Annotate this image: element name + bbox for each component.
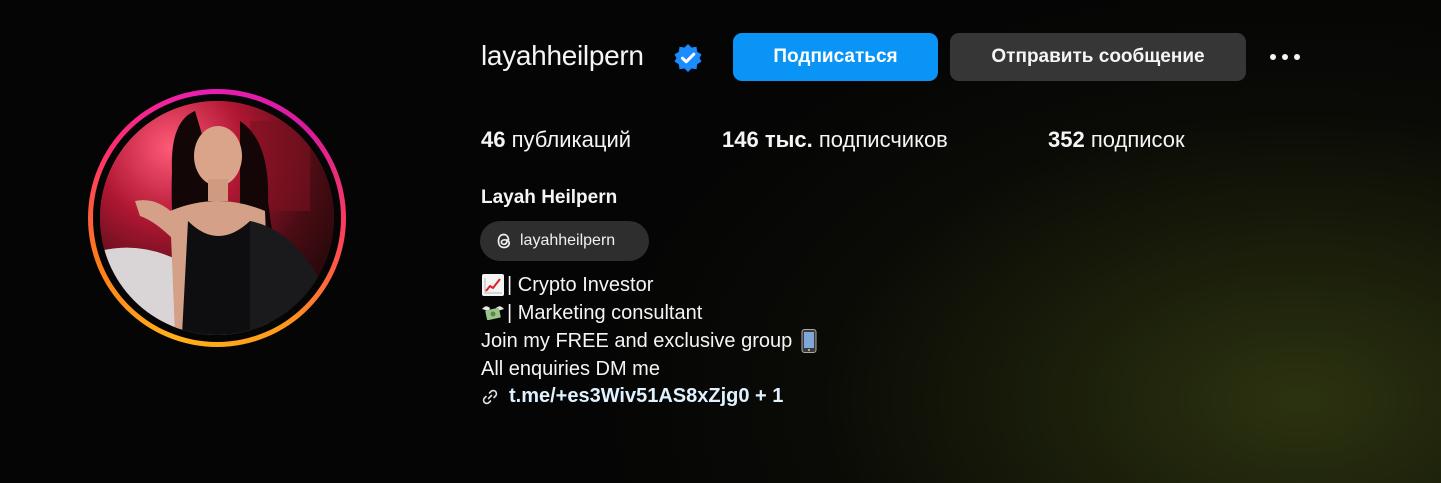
bio-text-2: | Marketing consultant [507,302,703,324]
bio-line-3: Join my FREE and exclusive group [481,329,818,353]
followers-label: подписчиков [818,127,948,152]
following-label: подписок [1090,127,1185,152]
more-options-icon[interactable] [1265,45,1305,69]
stat-followers[interactable]: 146 тыс. подписчиков [722,127,948,153]
verified-badge-icon [674,44,702,72]
profile-full-name: Layah Heilpern [481,187,618,208]
money-with-wings-icon [482,306,504,321]
external-link[interactable]: t.me/+es3Wiv51AS8xZjg0 + 1 [481,385,783,408]
bio-text-3: Join my FREE and exclusive group [481,330,793,352]
posts-label: публикаций [511,127,632,152]
more-dot [1270,54,1276,60]
link-icon [482,389,498,404]
threads-icon [497,233,511,249]
send-message-button[interactable]: Отправить сообщение [950,33,1246,81]
bio-line-2: | Marketing consultant [481,301,702,325]
bio-text-1: | Crypto Investor [507,274,654,296]
external-link-text[interactable]: t.me/+es3Wiv51AS8xZjg0 + 1 [509,385,783,408]
stat-posts: 46 публикаций [481,127,631,153]
bio-line-4: All enquiries DM me [481,357,660,381]
bio-line-1: | Crypto Investor [481,273,653,297]
avatar-story-ring[interactable] [88,89,346,347]
profile-username: layahheilpern [481,40,644,71]
more-dot [1294,54,1300,60]
posts-count: 46 [481,127,506,152]
threads-handle: layahheilpern [520,232,616,249]
avatar[interactable] [100,101,334,335]
avatar-image [100,101,334,335]
following-count: 352 [1048,127,1085,152]
bio-text-4: All enquiries DM me [481,358,660,380]
mobile-phone-icon [801,329,817,353]
chart-increasing-icon [482,274,504,296]
stat-following[interactable]: 352 подписок [1048,127,1185,153]
followers-count: 146 тыс. [722,127,813,152]
threads-badge[interactable]: layahheilpern [480,221,649,261]
more-dot [1282,54,1288,60]
follow-button[interactable]: Подписаться [733,33,938,81]
